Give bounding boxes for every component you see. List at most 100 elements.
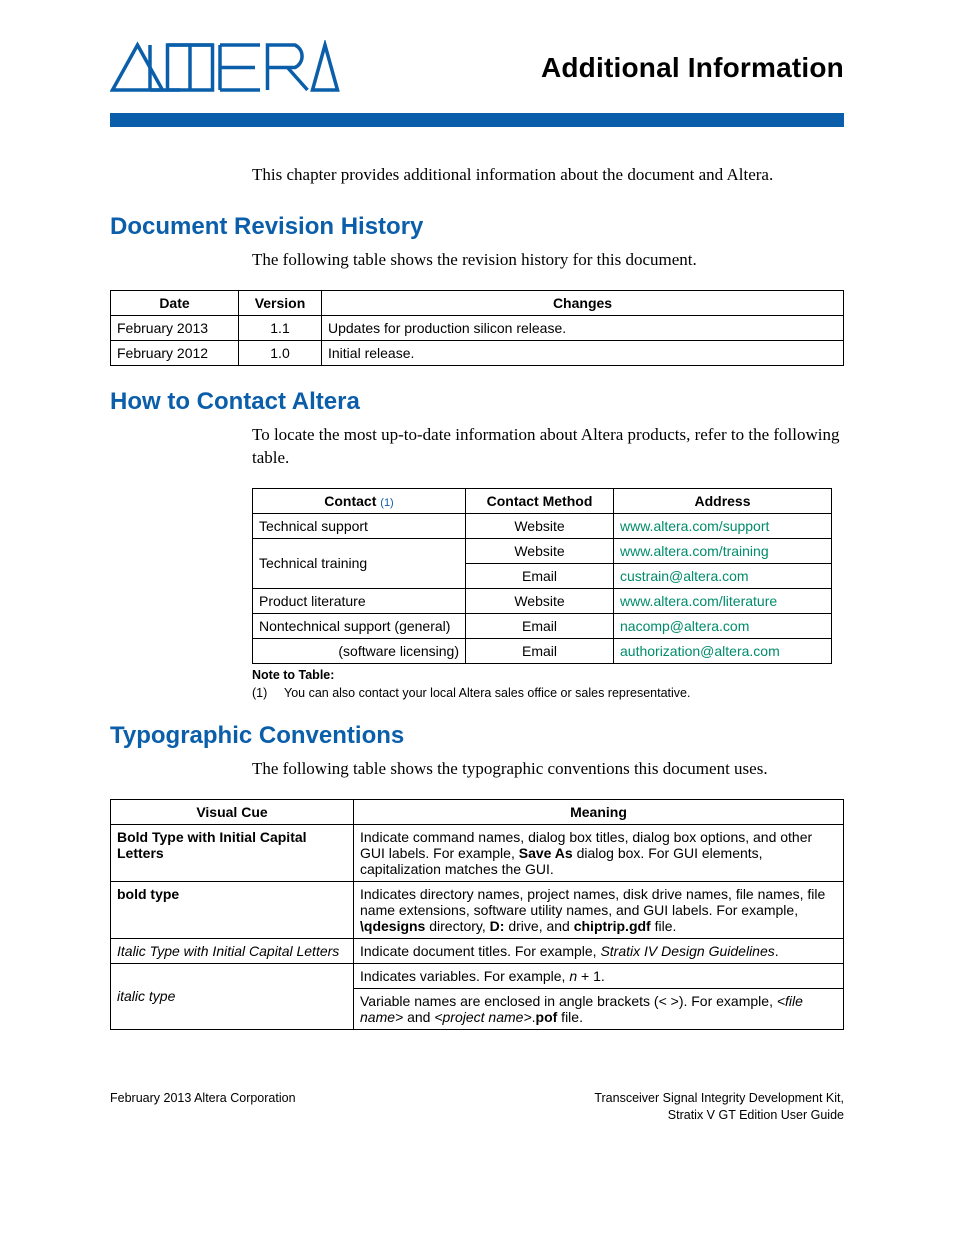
link-custrain[interactable]: custrain@altera.com [620, 568, 749, 584]
cell-address: www.altera.com/support [614, 513, 832, 538]
table-row: February 2012 1.0 Initial release. [111, 340, 844, 365]
revision-intro: The following table shows the revision h… [252, 249, 844, 272]
col-method: Contact Method [466, 488, 614, 513]
cell-meaning: Indicate document titles. For example, S… [354, 938, 844, 963]
cell-meaning: Indicates directory names, project names… [354, 881, 844, 938]
note-item: (1) You can also contact your local Alte… [252, 686, 844, 700]
note-ref-icon: (1) [380, 497, 393, 509]
cell-contact: (software licensing) [253, 638, 466, 663]
cell-cue: bold type [111, 881, 354, 938]
cell-contact: Nontechnical support (general) [253, 613, 466, 638]
text-bold: D: [490, 918, 505, 934]
table-row: bold type Indicates directory names, pro… [111, 881, 844, 938]
cell-address: www.altera.com/literature [614, 588, 832, 613]
page: Additional Information This chapter prov… [0, 0, 954, 1184]
cell-address: authorization@altera.com [614, 638, 832, 663]
contact-intro: To locate the most up-to-date informatio… [252, 424, 844, 470]
link-support[interactable]: www.altera.com/support [620, 518, 769, 534]
col-date: Date [111, 290, 239, 315]
heading-revision-history: Document Revision History [110, 213, 844, 241]
cell-changes: Initial release. [322, 340, 844, 365]
cell-date: February 2013 [111, 315, 239, 340]
note-title: Note to Table: [252, 668, 844, 682]
text: Indicates variables. For example, [360, 968, 569, 984]
note-number: (1) [252, 686, 274, 700]
footer-right: Transceiver Signal Integrity Development… [594, 1090, 844, 1124]
text-bold: pof [536, 1009, 558, 1025]
text: file. [557, 1009, 583, 1025]
link-training[interactable]: www.altera.com/training [620, 543, 769, 559]
cell-address: www.altera.com/training [614, 538, 832, 563]
note-to-table: Note to Table: (1) You can also contact … [252, 668, 844, 700]
revision-table: Date Version Changes February 2013 1.1 U… [110, 290, 844, 366]
text: Indicates directory names, project names… [360, 886, 825, 918]
cell-contact: Product literature [253, 588, 466, 613]
cell-method: Email [466, 563, 614, 588]
link-literature[interactable]: www.altera.com/literature [620, 593, 777, 609]
cell-version: 1.0 [239, 340, 322, 365]
text-italic: Stratix IV Design Guidelines [600, 943, 774, 959]
cell-changes: Updates for production silicon release. [322, 315, 844, 340]
link-authorization[interactable]: authorization@altera.com [620, 643, 780, 659]
table-header-row: Visual Cue Meaning [111, 799, 844, 824]
text: Variable names are enclosed in angle bra… [360, 993, 777, 1009]
typographic-table: Visual Cue Meaning Bold Type with Initia… [110, 799, 844, 1030]
cell-meaning: Indicates variables. For example, n + 1.… [354, 963, 844, 1029]
cell-method: Website [466, 538, 614, 563]
chapter-intro: This chapter provides additional informa… [252, 165, 844, 185]
cell-method: Website [466, 513, 614, 538]
cell-cue: Bold Type with Initial Capital Letters [111, 824, 354, 881]
heading-typographic: Typographic Conventions [110, 722, 844, 750]
typo-intro: The following table shows the typographi… [252, 758, 844, 781]
divider-bar [110, 113, 844, 127]
cell-address: custrain@altera.com [614, 563, 832, 588]
page-title: Additional Information [541, 52, 844, 84]
table-header-row: Contact (1) Contact Method Address [253, 488, 832, 513]
cell-method: Website [466, 588, 614, 613]
contact-table: Contact (1) Contact Method Address Techn… [252, 488, 832, 664]
table-row: (software licensing) Email authorization… [253, 638, 832, 663]
col-changes: Changes [322, 290, 844, 315]
cell-date: February 2012 [111, 340, 239, 365]
col-version: Version [239, 290, 322, 315]
text-bold: Save As [519, 845, 573, 861]
cell-contact: Technical support [253, 513, 466, 538]
text-bold: \qdesigns [360, 918, 425, 934]
text: drive, and [504, 918, 573, 934]
table-row: Italic Type with Initial Capital Letters… [111, 938, 844, 963]
text-italic: n [569, 968, 577, 984]
footer-left: February 2013 Altera Corporation [110, 1090, 296, 1124]
heading-contact: How to Contact Altera [110, 388, 844, 416]
table-row: italic type Indicates variables. For exa… [111, 963, 844, 1029]
header: Additional Information [110, 40, 844, 95]
cell-address: nacomp@altera.com [614, 613, 832, 638]
col-contact-label: Contact [324, 493, 376, 509]
col-contact: Contact (1) [253, 488, 466, 513]
cell-cue: Italic Type with Initial Capital Letters [111, 938, 354, 963]
cell-cue: italic type [111, 963, 354, 1029]
note-text: You can also contact your local Altera s… [284, 686, 690, 700]
footer-right-line2: Stratix V GT Edition User Guide [594, 1107, 844, 1124]
page-footer: February 2013 Altera Corporation Transce… [110, 1090, 844, 1124]
col-meaning: Meaning [354, 799, 844, 824]
altera-logo [110, 40, 340, 95]
table-row: Product literature Website www.altera.co… [253, 588, 832, 613]
cell-meaning: Indicate command names, dialog box title… [354, 824, 844, 881]
text-italic: <project name> [434, 1009, 531, 1025]
cell-contact: Technical training [253, 538, 466, 588]
text: and [403, 1009, 434, 1025]
text-bold: chiptrip.gdf [574, 918, 651, 934]
text: Indicate document titles. For example, [360, 943, 600, 959]
cell-method: Email [466, 638, 614, 663]
link-nacomp[interactable]: nacomp@altera.com [620, 618, 749, 634]
cell-version: 1.1 [239, 315, 322, 340]
col-visual-cue: Visual Cue [111, 799, 354, 824]
text: + 1. [577, 968, 605, 984]
text: . [775, 943, 779, 959]
table-row: Nontechnical support (general) Email nac… [253, 613, 832, 638]
table-header-row: Date Version Changes [111, 290, 844, 315]
table-row: Technical support Website www.altera.com… [253, 513, 832, 538]
col-address: Address [614, 488, 832, 513]
table-row: Bold Type with Initial Capital Letters I… [111, 824, 844, 881]
text: directory, [425, 918, 489, 934]
